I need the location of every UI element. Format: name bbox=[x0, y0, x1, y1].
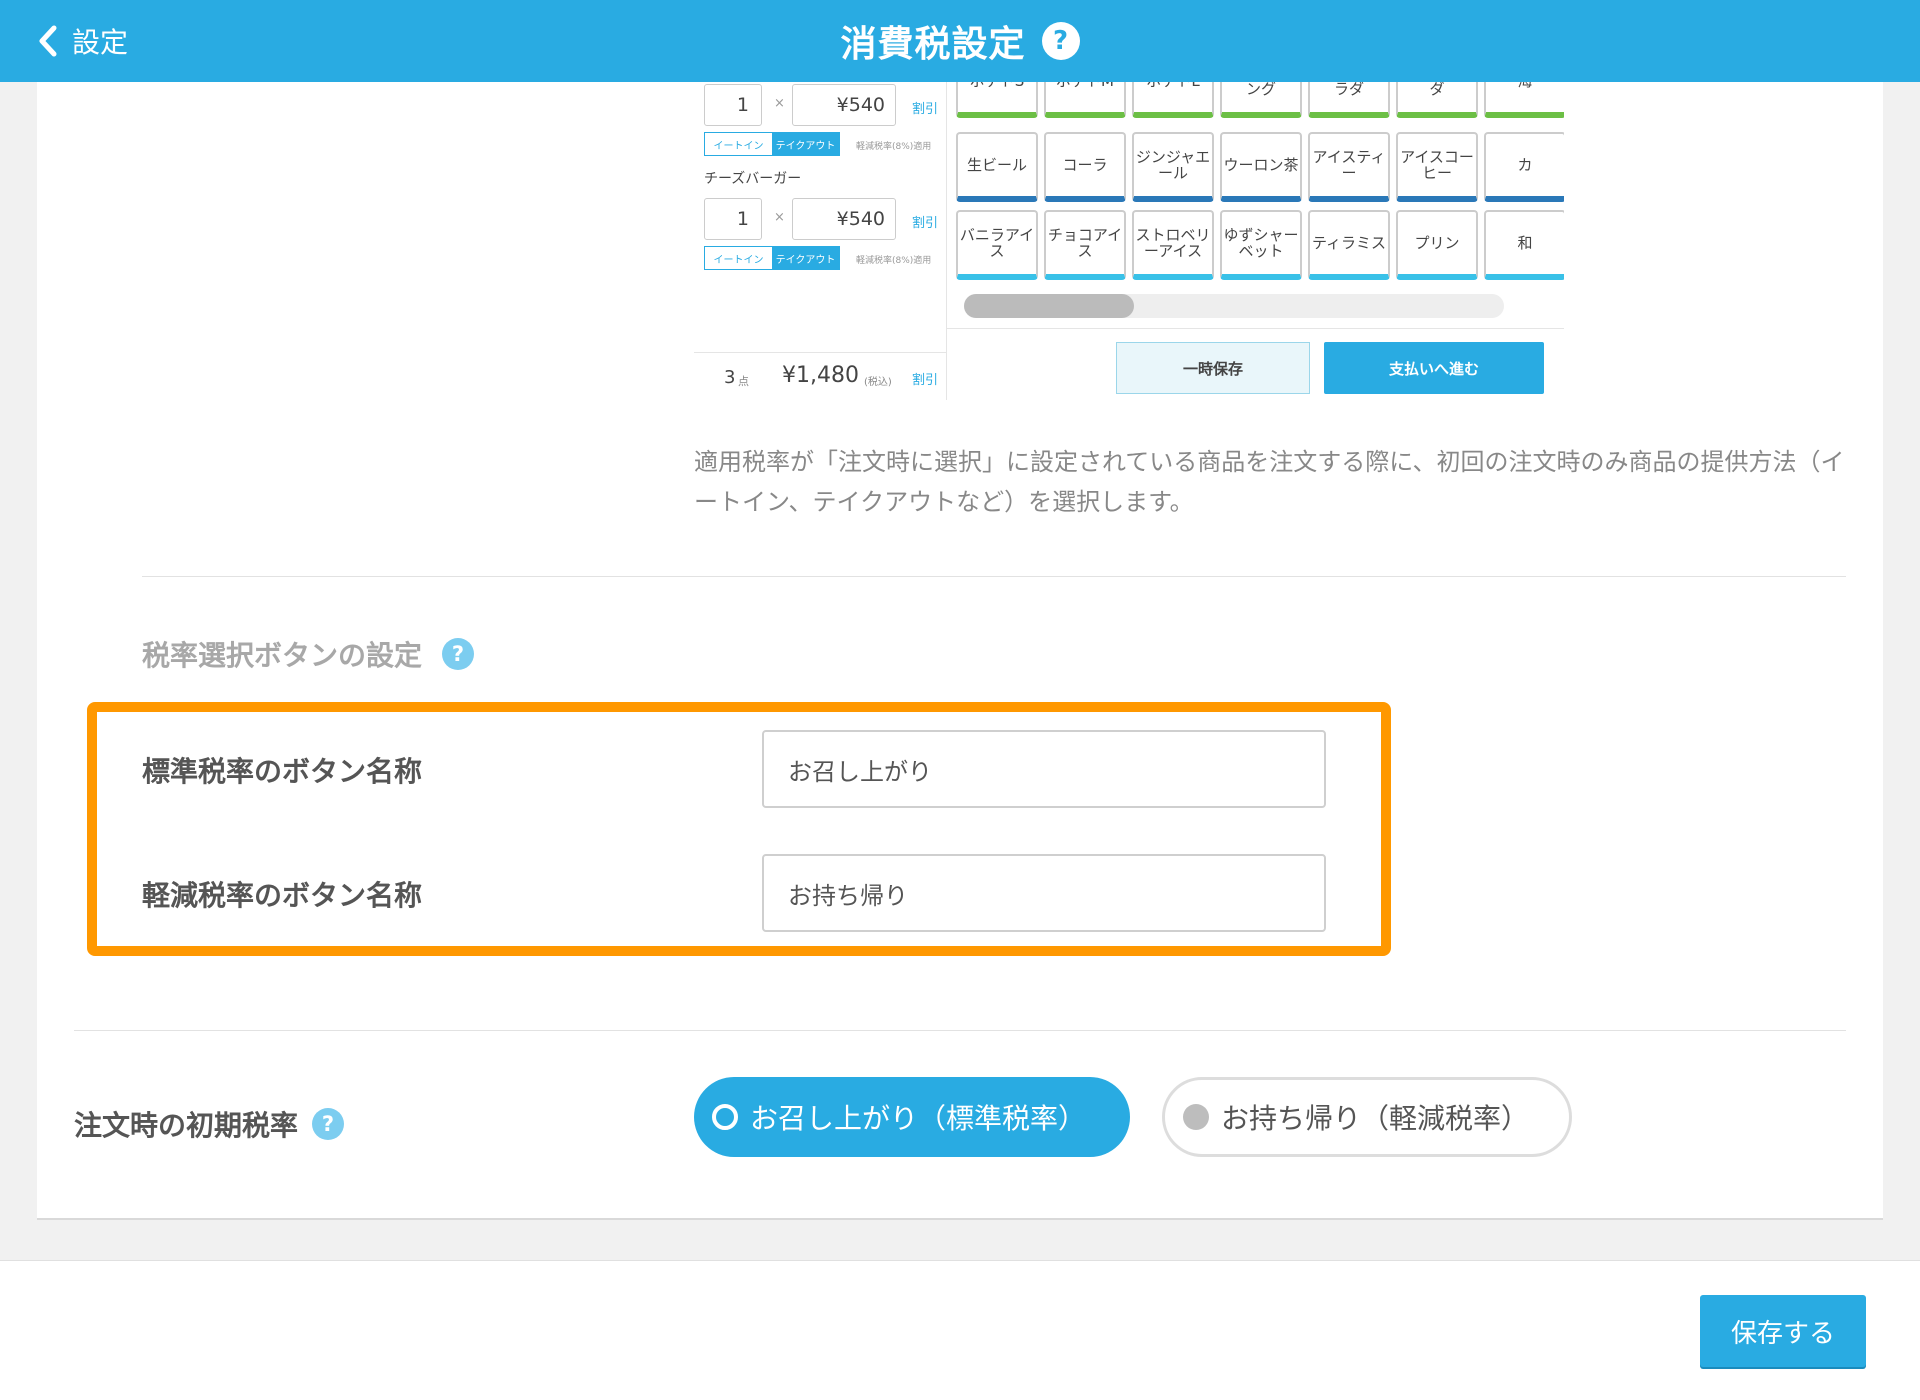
divider bbox=[142, 576, 1846, 577]
reduced-button-name-input[interactable] bbox=[762, 854, 1326, 932]
preview-tile: ゆずシャー ベット bbox=[1220, 210, 1302, 280]
preview-tile: 生ビール bbox=[956, 132, 1038, 202]
preview-tile: ストロベリ ーアイス bbox=[1132, 210, 1214, 280]
preview-tile: 和 bbox=[1484, 210, 1564, 280]
preview-pay-button: 支払いへ進む bbox=[1324, 342, 1544, 394]
radio-standard-rate[interactable]: お召し上がり（標準税率） bbox=[694, 1077, 1130, 1157]
divider bbox=[74, 1030, 1846, 1031]
radio-unchecked-icon bbox=[1183, 1104, 1209, 1130]
preview-tile: プリン bbox=[1396, 210, 1478, 280]
radio-checked-icon bbox=[712, 1104, 738, 1130]
preview-tile: ジンジャエ ール bbox=[1132, 132, 1214, 202]
preview-temp-save-button: 一時保存 bbox=[1116, 342, 1310, 394]
preview-product-grid: ポテトS ポテトM ポテトL オニオンリ ング グリーンサ ラダ ポテトサラ ダ… bbox=[694, 82, 1564, 400]
app-header: 設定 消費税設定 ? bbox=[0, 0, 1920, 82]
initial-rate-label-text: 注文時の初期税率 bbox=[74, 1109, 299, 1142]
help-icon[interactable]: ? bbox=[312, 1108, 345, 1140]
standard-button-name-input[interactable] bbox=[762, 730, 1326, 808]
save-button[interactable]: 保存する bbox=[1700, 1295, 1866, 1367]
title-wrap: 消費税設定 ? bbox=[0, 0, 1920, 82]
preview-tile: ティラミス bbox=[1308, 210, 1390, 280]
initial-rate-label: 注文時の初期税率 ? bbox=[74, 1104, 345, 1144]
preview-tile: ウーロン茶 bbox=[1220, 132, 1302, 202]
preview-tile: ポテトL bbox=[1132, 82, 1214, 118]
order-screen-preview: 1 × ¥540 割引 イートイン テイクアウト 軽減税率(8%)適用 チーズバ… bbox=[694, 82, 1564, 400]
reduced-button-label: 軽減税率のボタン名称 bbox=[142, 879, 423, 912]
preview-scroll-thumb bbox=[964, 294, 1134, 318]
standard-button-label: 標準税率のボタン名称 bbox=[142, 755, 423, 788]
preview-tile: ポテトM bbox=[1044, 82, 1126, 118]
preview-tile: 海 bbox=[1484, 82, 1564, 118]
preview-tile: アイスコー ヒー bbox=[1396, 132, 1478, 202]
section-heading-text: 税率選択ボタンの設定 bbox=[142, 639, 423, 672]
preview-tile: ポテトサラ ダ bbox=[1396, 82, 1478, 118]
radio-reduced-rate[interactable]: お持ち帰り（軽減税率） bbox=[1162, 1077, 1572, 1157]
preview-tile: ポテトS bbox=[956, 82, 1038, 118]
preview-tile: チョコアイ ス bbox=[1044, 210, 1126, 280]
help-icon[interactable]: ? bbox=[1041, 22, 1080, 60]
preview-tile: バニラアイ ス bbox=[956, 210, 1038, 280]
settings-card: 1 × ¥540 割引 イートイン テイクアウト 軽減税率(8%)適用 チーズバ… bbox=[37, 82, 1883, 1220]
footer-bar: 保存する bbox=[0, 1260, 1920, 1400]
page-title: 消費税設定 bbox=[840, 24, 1026, 65]
description-text: 適用税率が「注文時に選択」に設定されている商品を注文する際に、初回の注文時のみ商… bbox=[694, 448, 1845, 516]
preview-tile: アイスティ ー bbox=[1308, 132, 1390, 202]
preview-tile: カ bbox=[1484, 132, 1564, 202]
preview-tile: コーラ bbox=[1044, 132, 1126, 202]
preview-tile: グリーンサ ラダ bbox=[1308, 82, 1390, 118]
help-icon[interactable]: ? bbox=[442, 638, 475, 670]
tax-button-section-heading: 税率選択ボタンの設定 ? bbox=[142, 634, 475, 674]
preview-tile: オニオンリ ング bbox=[1220, 82, 1302, 118]
radio-standard-label: お召し上がり（標準税率） bbox=[750, 1102, 1087, 1135]
radio-reduced-label: お持ち帰り（軽減税率） bbox=[1221, 1102, 1530, 1135]
preview-hline bbox=[946, 328, 1564, 329]
preview-scrollbar bbox=[964, 294, 1504, 318]
